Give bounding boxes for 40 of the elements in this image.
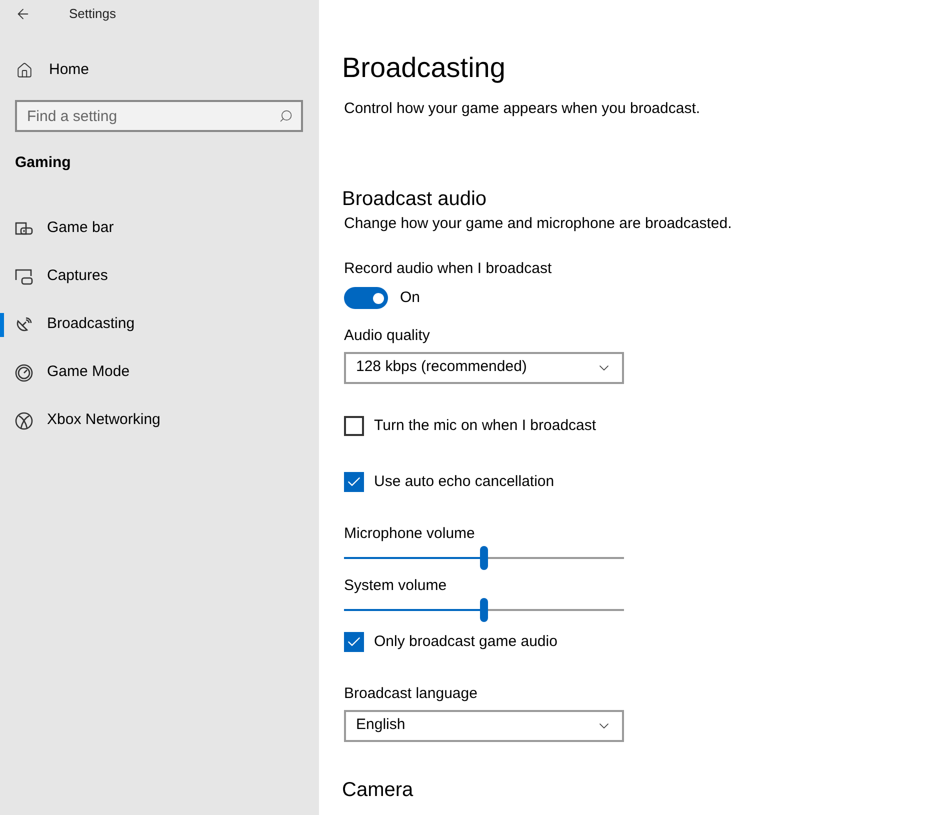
slider-track[interactable] <box>344 598 624 622</box>
section-heading: Gaming <box>14 153 72 173</box>
checkbox-label: Turn the mic on when I broadcast <box>374 416 596 436</box>
checkbox[interactable] <box>344 416 364 436</box>
gauge-icon <box>15 364 33 382</box>
setting-label: Audio quality <box>344 326 431 346</box>
game-bar-icon <box>15 220 33 238</box>
nav-item[interactable]: Game bar <box>0 204 319 252</box>
home-link[interactable]: Home <box>0 58 319 82</box>
dropdown[interactable]: English <box>344 710 624 742</box>
setting-label: System volume <box>344 576 448 596</box>
setting-label: Broadcast language <box>344 684 478 704</box>
checkbox-label: Only broadcast game audio <box>374 632 558 652</box>
page-title: Broadcasting <box>342 51 506 85</box>
page-description: Control how your game appears when you broadcast. <box>344 99 702 119</box>
checkbox-label: Use auto echo cancellation <box>374 472 554 492</box>
home-icon <box>16 62 33 78</box>
checkbox[interactable] <box>344 632 364 652</box>
toggle-switch[interactable] <box>344 287 388 310</box>
section-description: Change how your game and microphone are broadcasted. <box>344 214 733 234</box>
section-title: Broadcast audio <box>342 186 488 212</box>
xbox-logo-icon <box>15 412 33 430</box>
dropdown[interactable]: 128 kbps (recommended) <box>344 352 624 384</box>
slider-track[interactable] <box>344 546 624 570</box>
nav-item[interactable]: Game Mode <box>0 348 319 396</box>
section-title: Camera <box>342 778 414 802</box>
slider-thumb[interactable] <box>480 546 488 570</box>
setting-label: Record audio when I broadcast <box>344 259 553 279</box>
nav-item[interactable]: Xbox Networking <box>0 396 319 444</box>
satellite-dish-icon <box>15 316 33 334</box>
window-title: Settings <box>69 5 116 24</box>
nav-item[interactable]: Broadcasting <box>0 300 319 348</box>
search-field[interactable]: Find a setting <box>15 100 303 132</box>
slider-thumb[interactable] <box>480 598 488 622</box>
setting-label: Microphone volume <box>344 524 476 544</box>
toggle-state: On <box>400 288 420 308</box>
search-icon <box>279 109 293 123</box>
screen-capture-icon <box>15 268 33 286</box>
checkbox[interactable] <box>344 472 364 492</box>
nav-item[interactable]: Captures <box>0 252 319 300</box>
